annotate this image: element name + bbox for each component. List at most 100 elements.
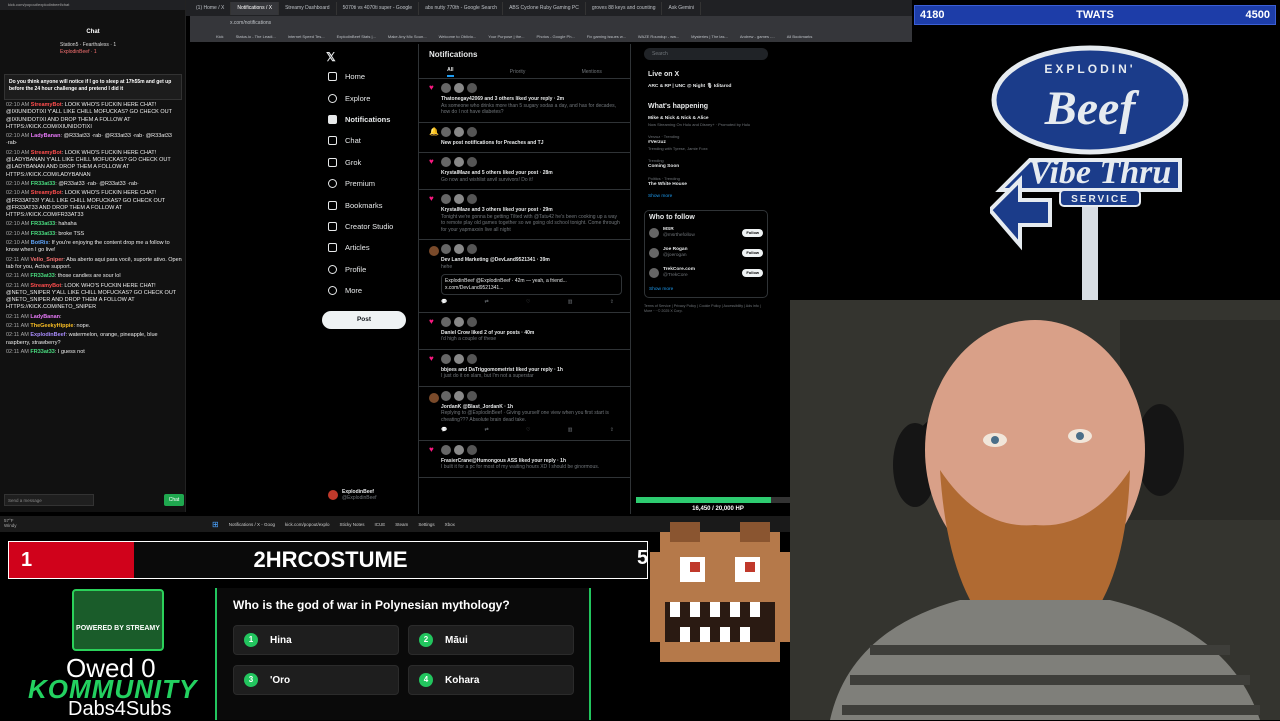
nav-notifications[interactable]: Notifications (320, 109, 415, 130)
taskbar-item[interactable]: Steam (395, 522, 408, 527)
notification-item[interactable]: ♥ Daniel Crow liked 2 of your posts · 40m… (419, 313, 630, 350)
bookmark-item[interactable]: Your Purpose | the... (488, 34, 524, 39)
bookmark-item[interactable]: Fix gaming issues w... (587, 34, 626, 39)
message-user[interactable]: StreamyBot (30, 283, 61, 289)
message-user[interactable]: StreamyBot (31, 150, 62, 156)
windows-start-icon[interactable]: ⊞ (212, 520, 219, 529)
nav-articles[interactable]: Articles (320, 237, 415, 258)
message-user[interactable]: ExplodinBeef (30, 332, 65, 338)
answer-option[interactable]: 3 'Oro (233, 665, 399, 695)
message-user[interactable]: LadyBanan (30, 314, 60, 320)
message-user[interactable]: FR33at33 (31, 221, 55, 227)
bookmark-item[interactable]: Make Any Mic Soun... (388, 34, 427, 39)
reply-icon[interactable]: 💬 (441, 299, 447, 306)
notification-item[interactable]: ♥ KrystalMaze and 3 others liked your pos… (419, 190, 630, 240)
bookmark-item[interactable]: Andrew - games -... (740, 34, 775, 39)
bookmark-item[interactable]: Status.io - The Leadi... (236, 34, 276, 39)
show-more-link[interactable]: Show more (648, 194, 764, 200)
share-icon[interactable]: ⇪ (610, 299, 614, 306)
tab-all[interactable]: All (447, 67, 454, 77)
trend-item[interactable]: Politics · Trending The White House (648, 176, 764, 188)
bookmark-item[interactable]: WAZE Roundup - ww... (638, 34, 679, 39)
notification-item[interactable]: ♥ FrasierCrane@Humongous ASS liked your r… (419, 441, 630, 478)
message-user[interactable]: Vello_Sniper (30, 257, 63, 263)
message-user[interactable]: TheGeekyHippie (30, 323, 73, 329)
address-bar[interactable]: x.com/notifications (190, 16, 912, 30)
answer-option[interactable]: 2 Māui (408, 625, 574, 655)
weather-widget[interactable]: 57°F Windy (4, 518, 17, 528)
show-more-link[interactable]: Show more (649, 287, 763, 293)
account-switcher[interactable]: ExplodinBeef @ExplodinBeef (328, 489, 418, 501)
chat-input[interactable]: Send a message (4, 494, 94, 506)
chat-send-button[interactable]: Chat (164, 494, 184, 506)
browser-tab[interactable]: groves 88 keys and counting (586, 1, 663, 15)
message-user[interactable]: BotRix (31, 240, 49, 246)
nav-explore[interactable]: Explore (320, 87, 415, 108)
taskbar-item[interactable]: ICUE (375, 522, 386, 527)
nav-grok[interactable]: Grok (320, 152, 415, 173)
follow-button[interactable]: Follow (742, 249, 763, 257)
bookmark-item[interactable]: Welcome to Oblivio... (439, 34, 477, 39)
nav-chat[interactable]: Chat (320, 130, 415, 151)
message-user[interactable]: StreamyBot (31, 190, 62, 196)
message-user[interactable]: FR33at33 (31, 181, 55, 187)
share-icon[interactable]: ⇪ (610, 427, 614, 434)
taskbar-item[interactable]: Xbox (445, 522, 455, 527)
nav-creator-studio[interactable]: Creator Studio (320, 216, 415, 237)
answer-option[interactable]: 4 Kohara (408, 665, 574, 695)
search-input[interactable]: Search (644, 48, 768, 60)
quoted-post[interactable]: ExplodinBeef @ExplodinBeef · 42m — yeah,… (441, 274, 622, 295)
repost-icon[interactable]: ⇄ (485, 299, 489, 306)
answer-option[interactable]: 1 Hina (233, 625, 399, 655)
follow-button[interactable]: Follow (742, 269, 763, 277)
browser-tab[interactable]: abs nutty 770th - Google Search (419, 1, 504, 15)
taskbar-item[interactable]: Sticky Notes (340, 522, 365, 527)
trend-item[interactable]: Verzuz · Trending #Verzuz Trending with Ty… (648, 134, 764, 152)
browser-tab[interactable]: (1) Home / X (190, 1, 232, 15)
bookmark-item[interactable]: Kick (216, 34, 224, 39)
notification-item[interactable]: ♥ KrystalMaze and 5 others liked your pos… (419, 153, 630, 190)
notification-item[interactable]: JordanK @Blast_JordanK · 1h Replying to @… (419, 387, 630, 441)
notification-item[interactable]: 🔔 New post notifications for Preaches and… (419, 123, 630, 153)
follow-button[interactable]: Follow (742, 229, 763, 237)
footer-links[interactable]: Terms of Service | Privacy Policy | Cook… (644, 304, 768, 314)
bookmark-item[interactable]: Internet Speed Tes... (288, 34, 325, 39)
taskbar-item[interactable]: Notifications / X - Goog (229, 522, 275, 527)
taskbar-item[interactable]: kick.com/popout/explo (285, 522, 330, 527)
live-item[interactable]: ARC & RP | UNC @ Night 🎙 Iditarod (648, 84, 764, 90)
repost-icon[interactable]: ⇄ (485, 427, 489, 434)
nav-more[interactable]: More (320, 280, 415, 301)
notification-item[interactable]: ♥ Thatonegay42069 and 3 others liked your… (419, 79, 630, 123)
message-user[interactable]: FR33at33 (30, 349, 54, 355)
nav-home[interactable]: Home (320, 66, 415, 87)
taskbar-item[interactable]: Settings (418, 522, 434, 527)
trend-item[interactable]: Trending Coming Soon (648, 158, 764, 170)
notification-item[interactable]: Dev Land Marketing @DevLand9521341 · 39m… (419, 240, 630, 313)
notification-item[interactable]: ♥ bbjees and DaTriggomometrist liked your… (419, 350, 630, 387)
browser-tab[interactable]: Streamy Dashboard (279, 1, 337, 15)
tab-mentions[interactable]: Mentions (582, 69, 602, 75)
nav-premium[interactable]: Premium (320, 173, 415, 194)
bookmark-item[interactable]: Mysteries | The las... (691, 34, 728, 39)
bookmark-item[interactable]: All Bookmarks (787, 34, 813, 39)
message-user[interactable]: LadyBanan (31, 133, 61, 139)
browser-tab-active[interactable]: Notifications / X (231, 1, 280, 15)
nav-bookmarks[interactable]: Bookmarks (320, 194, 415, 215)
like-icon[interactable]: ♡ (526, 299, 530, 306)
reply-icon[interactable]: 💬 (441, 427, 447, 434)
nav-profile[interactable]: Profile (320, 259, 415, 280)
browser-tab[interactable]: ABS Cyclone Ruby Gaming PC (503, 1, 586, 15)
message-user[interactable]: FR33at33 (31, 231, 55, 237)
message-user[interactable]: FR33at33 (30, 273, 54, 279)
bookmark-item[interactable]: Photos - Google Ph... (537, 34, 575, 39)
tab-priority[interactable]: Priority (510, 69, 526, 75)
browser-tab[interactable]: Ask Gemini (662, 1, 702, 15)
trend-item[interactable]: Mike & Nick & Nick & Alice Now Streaming … (648, 116, 764, 128)
browser-tab[interactable]: 5070ti vs 4070ti super - Google (337, 1, 420, 15)
message-user[interactable]: StreamyBot (31, 102, 62, 108)
views-icon[interactable]: ▥ (568, 427, 573, 434)
views-icon[interactable]: ▥ (568, 299, 573, 306)
post-button[interactable]: Post (322, 311, 406, 329)
like-icon[interactable]: ♡ (526, 427, 530, 434)
bookmark-item[interactable]: ExplodinBeef Stats |... (337, 34, 376, 39)
